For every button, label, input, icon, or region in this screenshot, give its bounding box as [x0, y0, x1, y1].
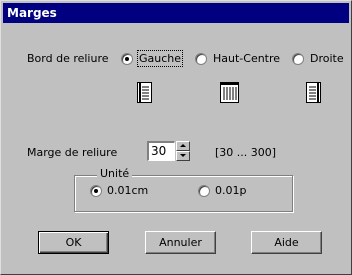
spin-down-button[interactable]	[176, 151, 190, 161]
radio-right[interactable]	[292, 53, 304, 65]
radio-right-label[interactable]: Droite	[310, 52, 344, 65]
radio-top-center-label[interactable]: Haut-Centre	[213, 52, 280, 65]
cancel-button[interactable]: Annuler	[145, 231, 216, 254]
left-binding-page-icon	[137, 82, 152, 103]
radio-unit-cm[interactable]	[90, 185, 102, 197]
dialog-title: Marges	[3, 3, 349, 23]
radio-top-center[interactable]	[195, 53, 207, 65]
radio-left[interactable]	[121, 53, 133, 65]
binding-edge-label: Bord de reliure	[27, 52, 109, 65]
radio-unit-p-label[interactable]: 0.01p	[215, 184, 246, 197]
radio-unit-p[interactable]	[198, 185, 210, 197]
margins-dialog: Marges Bord de reliure Gauche Haut-Centr…	[0, 0, 352, 275]
spin-up-button[interactable]	[176, 141, 190, 151]
radio-left-label[interactable]: Gauche	[136, 50, 184, 67]
ok-button[interactable]: OK	[38, 231, 109, 254]
right-binding-page-icon	[306, 82, 321, 103]
unit-legend: Unité	[97, 167, 133, 180]
margin-range-label: [30 ... 300]	[215, 146, 277, 159]
radio-unit-cm-label[interactable]: 0.01cm	[107, 184, 148, 197]
binding-margin-input[interactable]: 30	[147, 141, 175, 161]
top-binding-page-icon	[220, 82, 239, 103]
help-button[interactable]: Aide	[251, 231, 322, 254]
binding-margin-label: Marge de reliure	[27, 146, 118, 159]
